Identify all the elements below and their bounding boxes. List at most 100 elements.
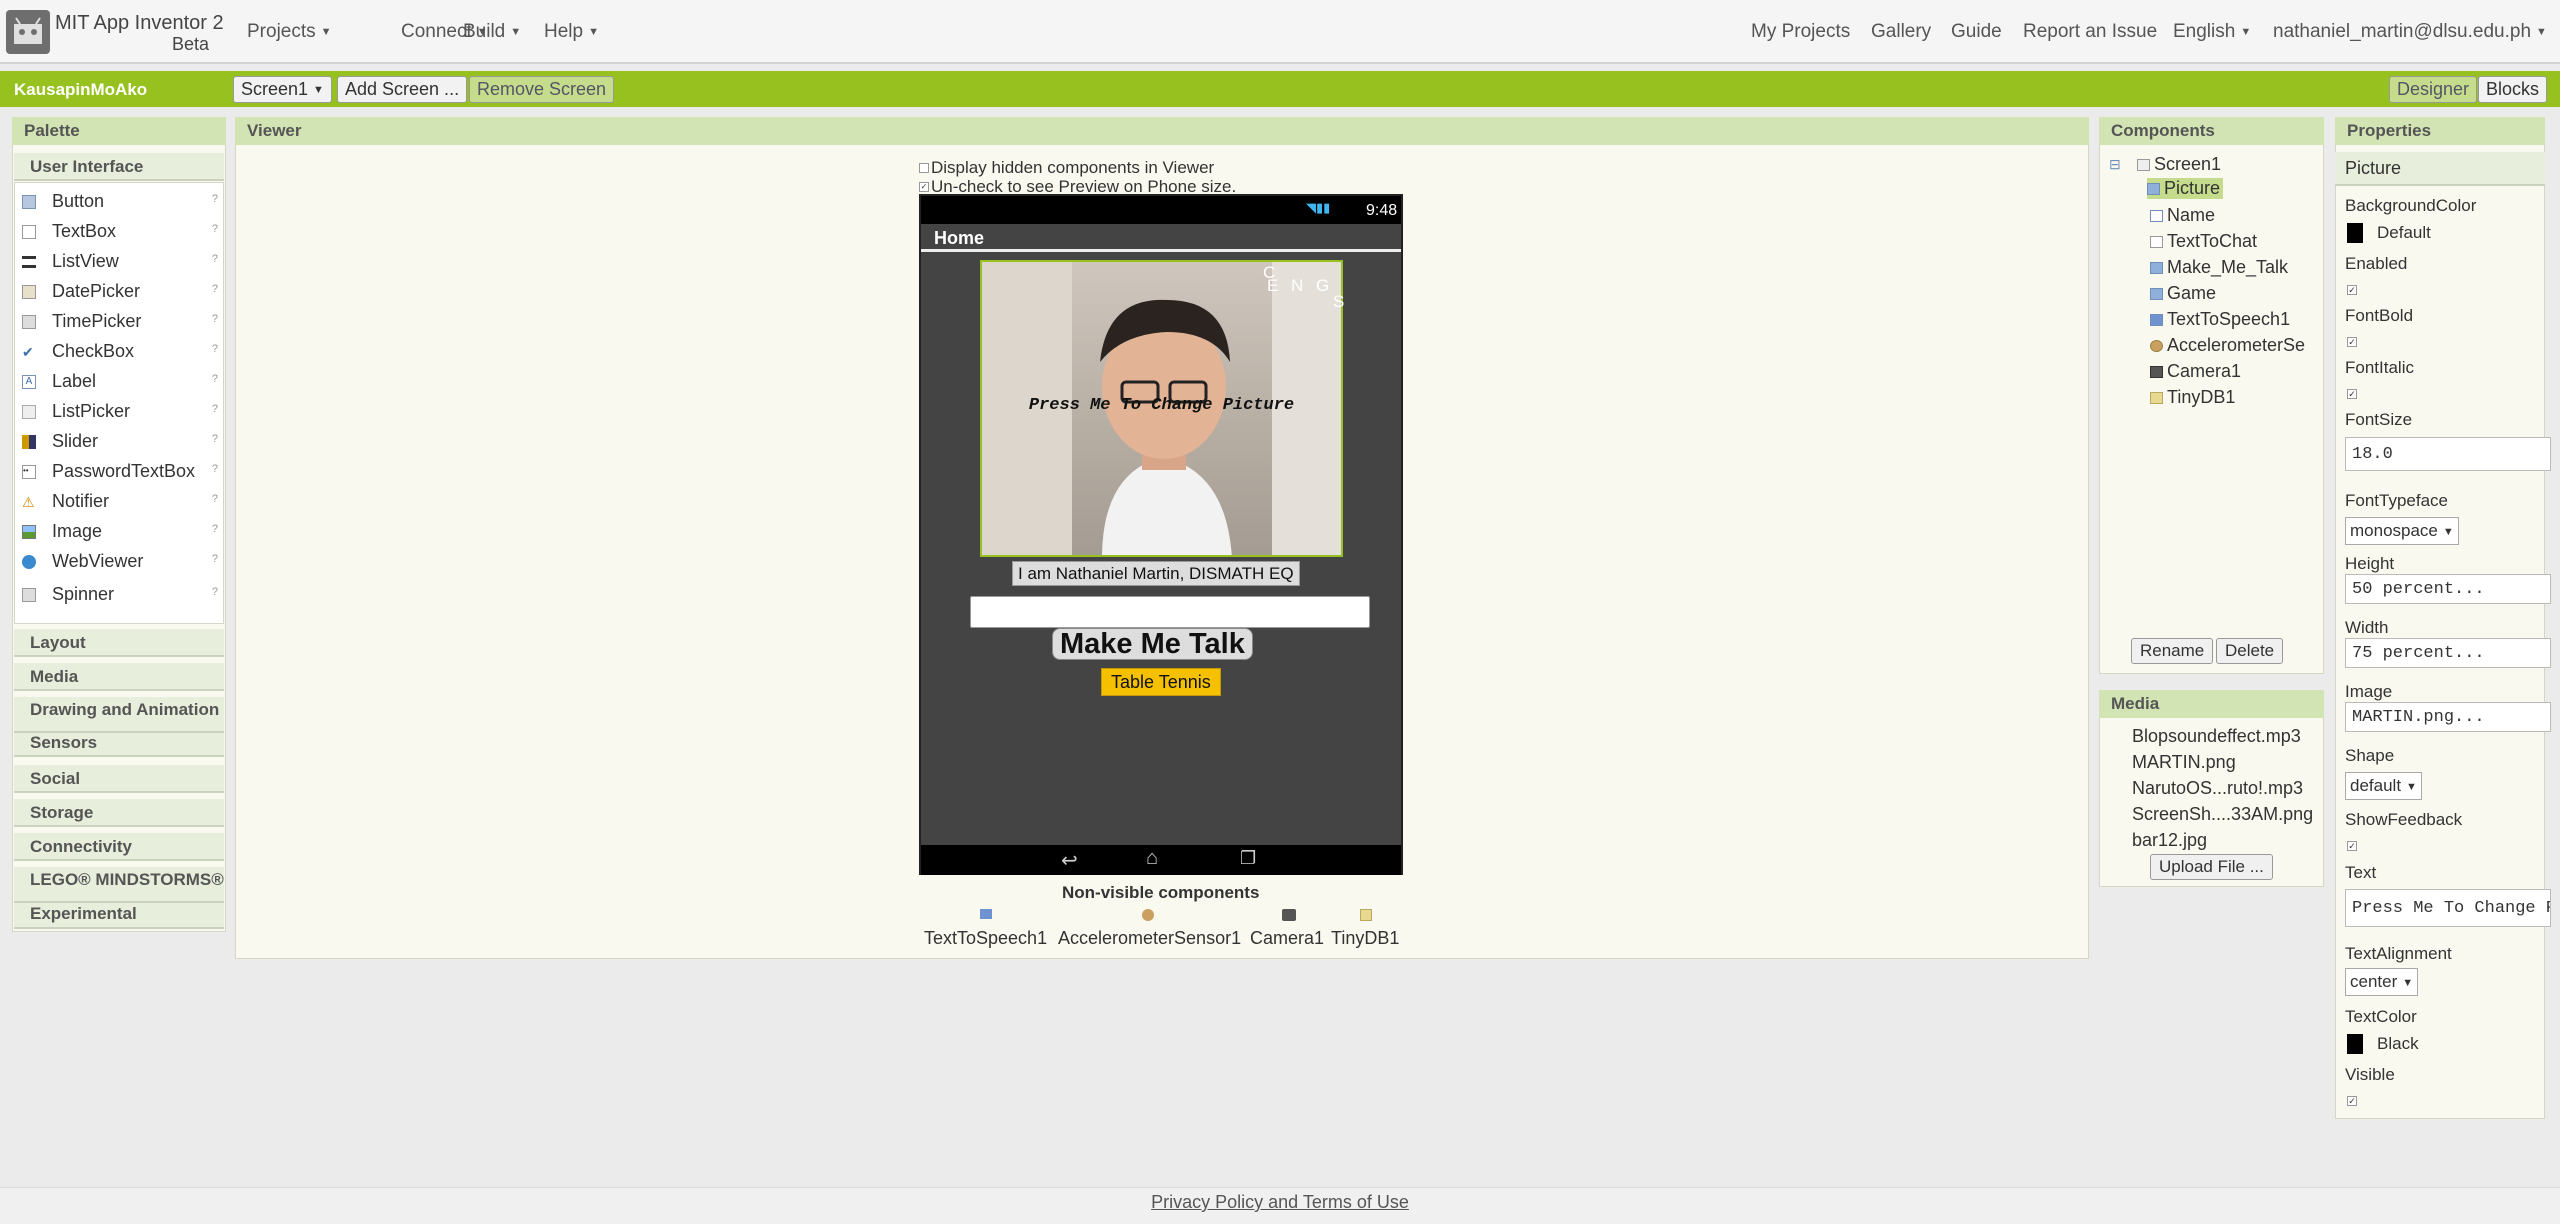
palette-item-listpicker[interactable]: ListPicker?	[22, 401, 218, 422]
palette-item-slider[interactable]: Slider?	[22, 431, 218, 452]
nav-help[interactable]: Help ▼	[544, 21, 599, 43]
tree-item-screen1[interactable]: Screen1	[2137, 154, 2221, 175]
remove-screen-button[interactable]: Remove Screen	[469, 76, 615, 103]
palette-category-layout[interactable]: Layout	[14, 629, 224, 657]
help-icon[interactable]: ?	[212, 523, 218, 535]
help-icon[interactable]: ?	[212, 253, 218, 265]
prop-visible-checkbox[interactable]: ✓	[2347, 1096, 2357, 1106]
palette-category-social[interactable]: Social	[14, 765, 224, 793]
nav-gallery[interactable]: Gallery	[1871, 21, 1931, 43]
media-file[interactable]: ScreenSh....33AM.png	[2132, 804, 2313, 825]
collapse-icon[interactable]: ⊟	[2109, 156, 2121, 173]
palette-category-lego[interactable]: LEGO® MINDSTORMS®	[14, 867, 224, 903]
help-icon[interactable]: ?	[212, 343, 218, 355]
nonvisible-tinydb[interactable]: TinyDB1	[1331, 928, 1399, 949]
add-screen-button[interactable]: Add Screen ...	[337, 76, 468, 103]
prop-backgroundcolor-value[interactable]: Default	[2377, 223, 2431, 243]
nav-guide[interactable]: Guide	[1951, 21, 2002, 43]
tree-item-tinydb[interactable]: TinyDB1	[2150, 387, 2235, 408]
prop-width-input[interactable]: 75 percent...	[2345, 638, 2551, 668]
prop-image-input[interactable]: MARTIN.png...	[2345, 702, 2551, 732]
palette-item-spinner[interactable]: Spinner?	[22, 584, 218, 605]
palette-item-datepicker[interactable]: DatePicker?	[22, 281, 218, 302]
privacy-policy-link[interactable]: Privacy Policy and Terms of Use	[1151, 1192, 1409, 1212]
prop-shape-select[interactable]: default ▼	[2345, 772, 2422, 800]
palette-item-image[interactable]: Image?	[22, 521, 218, 542]
prop-textalignment-select[interactable]: center ▼	[2345, 968, 2419, 996]
palette-item-label[interactable]: A Label?	[22, 371, 218, 392]
tree-item-texttochat[interactable]: TextToChat	[2150, 231, 2257, 252]
nav-report-issue[interactable]: Report an Issue	[2023, 21, 2157, 43]
help-icon[interactable]: ?	[212, 553, 218, 565]
nav-language[interactable]: English ▼	[2173, 21, 2251, 43]
tree-item-camera[interactable]: Camera1	[2150, 361, 2241, 382]
help-icon[interactable]: ?	[212, 586, 218, 598]
prop-textcolor-value[interactable]: Black	[2377, 1034, 2419, 1054]
nav-projects[interactable]: Projects ▼	[247, 21, 332, 43]
game-button[interactable]: Table Tennis	[1101, 668, 1221, 696]
color-swatch-icon[interactable]	[2347, 223, 2363, 243]
prop-fontitalic-checkbox[interactable]: ✓	[2347, 389, 2357, 399]
palette-item-timepicker[interactable]: TimePicker?	[22, 311, 218, 332]
palette-category-experimental[interactable]: Experimental	[14, 903, 224, 929]
color-swatch-icon[interactable]	[2347, 1034, 2363, 1054]
prop-fontbold-checkbox[interactable]: ✓	[2347, 337, 2357, 347]
palette-item-passwordtextbox[interactable]: •• PasswordTextBox?	[22, 461, 218, 482]
help-icon[interactable]: ?	[212, 193, 218, 205]
palette-item-textbox[interactable]: TextBox?	[22, 221, 218, 242]
prop-showfeedback-checkbox[interactable]: ✓	[2347, 841, 2357, 851]
media-file[interactable]: Blopsoundeffect.mp3	[2132, 726, 2301, 747]
tree-item-accelerometer[interactable]: AccelerometerSe	[2150, 335, 2305, 356]
delete-button[interactable]: Delete	[2216, 638, 2284, 664]
tree-item-make-me-talk[interactable]: Make_Me_Talk	[2150, 257, 2288, 278]
tree-item-picture[interactable]: Picture	[2147, 178, 2224, 199]
palette-category-storage[interactable]: Storage	[14, 799, 224, 827]
blocks-button[interactable]: Blocks	[2478, 76, 2548, 103]
tree-item-name[interactable]: Name	[2150, 205, 2215, 226]
nonvisible-accelerometer[interactable]: AccelerometerSensor1	[1058, 928, 1241, 949]
palette-item-checkbox[interactable]: ✔ CheckBox?	[22, 341, 218, 362]
help-icon[interactable]: ?	[212, 313, 218, 325]
screen-select[interactable]: Screen1 ▼	[233, 76, 332, 103]
prop-height-input[interactable]: 50 percent...	[2345, 574, 2551, 604]
help-icon[interactable]: ?	[212, 373, 218, 385]
palette-category-drawing[interactable]: Drawing and Animation	[14, 697, 224, 733]
nav-build[interactable]: Build ▼	[463, 21, 521, 43]
prop-enabled-checkbox[interactable]: ✓	[2347, 285, 2357, 295]
upload-file-button[interactable]: Upload File ...	[2150, 854, 2273, 880]
tree-item-texttospeech[interactable]: TextToSpeech1	[2150, 309, 2290, 330]
hidden-components-toggle[interactable]: Display hidden components in Viewer	[919, 158, 1214, 178]
palette-item-button[interactable]: Button?	[22, 191, 218, 212]
help-icon[interactable]: ?	[212, 493, 218, 505]
help-icon[interactable]: ?	[212, 403, 218, 415]
help-icon[interactable]: ?	[212, 433, 218, 445]
app-inventor-logo-icon[interactable]	[6, 10, 50, 54]
media-file[interactable]: bar12.jpg	[2132, 830, 2207, 851]
palette-category-connectivity[interactable]: Connectivity	[14, 833, 224, 861]
palette-item-notifier[interactable]: ⚠ Notifier?	[22, 491, 218, 512]
prop-fontsize-input[interactable]: 18.0	[2345, 437, 2551, 471]
palette-item-listview[interactable]: ListView?	[22, 251, 218, 272]
text-to-chat-input[interactable]	[970, 596, 1370, 628]
rename-button[interactable]: Rename	[2131, 638, 2214, 664]
nav-my-projects[interactable]: My Projects	[1751, 21, 1850, 43]
palette-category-user-interface[interactable]: User Interface	[14, 153, 224, 181]
hidden-components-checkbox[interactable]	[919, 163, 929, 173]
palette-category-sensors[interactable]: Sensors	[14, 733, 224, 757]
media-file[interactable]: NarutoOS...ruto!.mp3	[2132, 778, 2303, 799]
tree-item-game[interactable]: Game	[2150, 283, 2216, 304]
help-icon[interactable]: ?	[212, 463, 218, 475]
designer-button[interactable]: Designer	[2389, 76, 2478, 103]
nav-account[interactable]: nathaniel_martin@dlsu.edu.ph ▼	[2273, 21, 2547, 43]
phone-preview-checkbox[interactable]: ✓	[919, 182, 929, 192]
help-icon[interactable]: ?	[212, 283, 218, 295]
prop-fonttypeface-select[interactable]: monospace ▼	[2345, 517, 2459, 545]
nonvisible-camera[interactable]: Camera1	[1250, 928, 1324, 949]
media-file[interactable]: MARTIN.png	[2132, 752, 2236, 773]
nonvisible-tts[interactable]: TextToSpeech1	[924, 928, 1047, 949]
palette-item-webviewer[interactable]: WebViewer?	[22, 551, 218, 572]
palette-category-media[interactable]: Media	[14, 663, 224, 691]
prop-text-input[interactable]: Press Me To Change P	[2345, 889, 2551, 927]
make-me-talk-button[interactable]: Make Me Talk	[1052, 628, 1253, 660]
help-icon[interactable]: ?	[212, 223, 218, 235]
